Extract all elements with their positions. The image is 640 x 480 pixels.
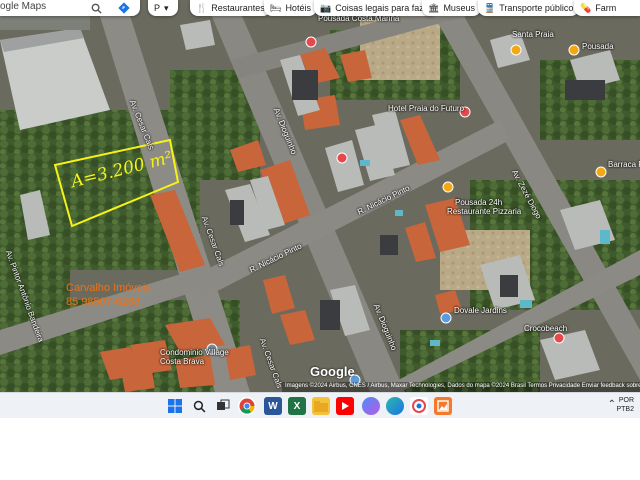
place-label-dovale-jardins[interactable]: Dovale Jardins — [454, 306, 507, 315]
directions-icon[interactable] — [116, 0, 132, 16]
museum-icon: 🏛 — [428, 2, 440, 13]
camera-icon: 📷 — [320, 2, 332, 13]
map-attribution: Imagens ©2024 Airbus, CNES / Airbus, Max… — [282, 382, 640, 392]
place-label-restaurante-pizzaria[interactable]: Restaurante Pizzaria — [447, 207, 521, 216]
category-label: Hotéis — [285, 3, 311, 13]
file-explorer-icon[interactable] — [312, 397, 330, 415]
fork-knife-icon: 🍴 — [196, 2, 208, 13]
keyboard-language-indicator[interactable]: POR PTB2 — [616, 396, 634, 414]
category-restaurantes[interactable]: 🍴 Restaurantes — [190, 0, 271, 16]
place-label-pousada-24h[interactable]: Pousada 24h — [455, 198, 502, 207]
screen: Pousada Costa Marina Santa Praia Pousada… — [0, 0, 640, 480]
category-museus[interactable]: 🏛 Museus — [422, 0, 481, 16]
category-label: Coisas legais para faz... — [335, 3, 432, 13]
category-hoteis[interactable]: 🛏 Hotéis — [264, 0, 317, 16]
place-label-pousada[interactable]: Pousada — [582, 42, 614, 51]
search-text: ogle Maps — [0, 1, 47, 12]
maps-topbar: ogle Maps P ▾ 🍴 Restaurantes 🛏 Hotéis 📷 … — [0, 0, 640, 16]
search-icon[interactable] — [190, 397, 208, 415]
filter-chip-label: P — [154, 3, 161, 13]
category-coisas-legais[interactable]: 📷 Coisas legais para faz... — [314, 0, 438, 16]
language-code: POR — [618, 397, 634, 404]
place-label-crocobeach[interactable]: Crocobeach — [524, 324, 567, 333]
bed-icon: 🛏 — [270, 2, 282, 13]
excel-icon[interactable]: X — [288, 397, 306, 415]
chevron-down-icon: ▾ — [164, 2, 169, 13]
chevron-up-icon[interactable]: ⌃ — [608, 399, 616, 410]
word-icon[interactable]: W — [264, 397, 282, 415]
windows-taskbar: W X ⌃ POR PTB2 — [0, 392, 640, 418]
category-label: Restaurantes — [211, 3, 265, 13]
transit-icon: 🚆 — [484, 2, 496, 13]
category-label: Museus — [443, 3, 475, 13]
search-icon[interactable] — [88, 0, 104, 16]
category-transporte[interactable]: 🚆 Transporte público — [478, 0, 580, 16]
search-box[interactable]: ogle Maps — [0, 0, 140, 16]
filter-chip[interactable]: P ▾ — [148, 0, 178, 16]
windows-start-icon[interactable] — [166, 397, 184, 415]
recorder-icon[interactable] — [410, 397, 428, 415]
satellite-map[interactable]: Pousada Costa Marina Santa Praia Pousada… — [0, 0, 640, 392]
blank-area — [0, 418, 640, 480]
keyboard-layout: PTB2 — [616, 406, 634, 413]
place-label-barraca[interactable]: Barraca Praia do — [608, 160, 640, 169]
category-farmacias[interactable]: 💊 Farm — [574, 0, 640, 16]
chrome-icon[interactable] — [238, 397, 256, 415]
task-view-icon[interactable] — [214, 397, 232, 415]
youtube-icon[interactable] — [336, 397, 354, 415]
place-label-hotel-praia-do-futuro[interactable]: Hotel Praia do Futuro — [388, 104, 464, 113]
copilot-icon[interactable] — [362, 397, 380, 415]
place-label-santa-praia[interactable]: Santa Praia — [512, 30, 554, 39]
watermark-name: Carvalho Imóveis — [66, 282, 151, 294]
satellite-imagery — [0, 0, 640, 392]
edge-icon[interactable] — [386, 397, 404, 415]
watermark-phone: 85 98507-6268 — [66, 296, 141, 308]
google-logo: Google — [310, 364, 355, 379]
place-label-condominio[interactable]: Condominio Village Costa Brava — [160, 348, 240, 366]
pharmacy-icon: 💊 — [580, 2, 592, 13]
photos-icon[interactable] — [434, 397, 452, 415]
category-label: Farm — [595, 3, 617, 13]
category-label: Transporte público — [499, 3, 574, 13]
